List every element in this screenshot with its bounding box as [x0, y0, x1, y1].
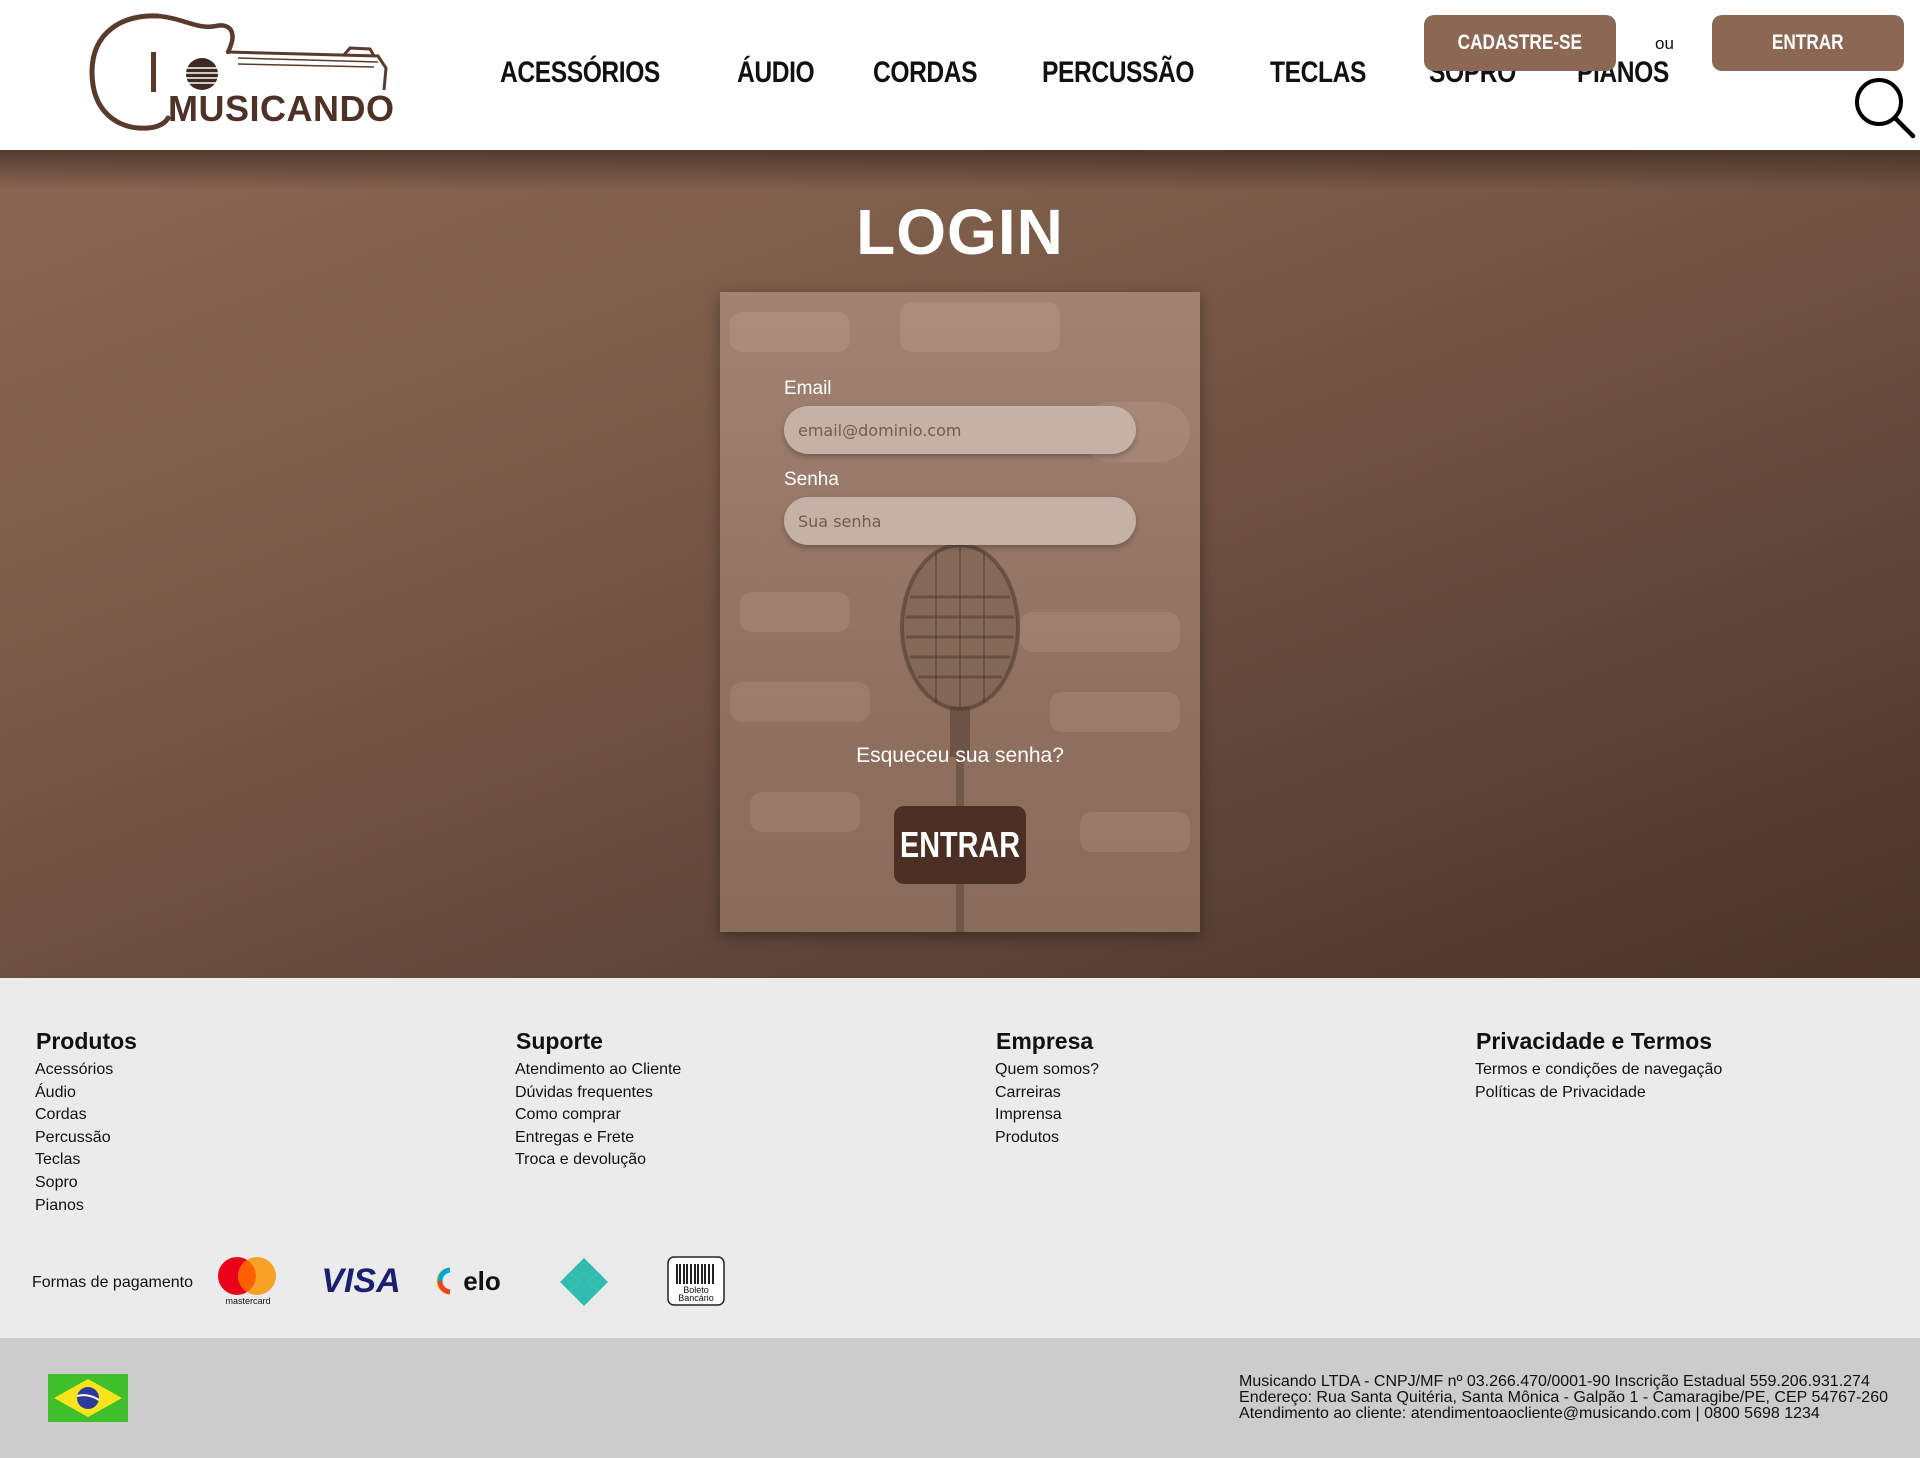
footer-link[interactable]: Áudio — [35, 1082, 137, 1105]
visa-text: VISA — [321, 1263, 400, 1297]
bokeh-decoration — [730, 312, 850, 352]
footer-link[interactable]: Percussão — [35, 1127, 137, 1150]
forgot-password-link[interactable]: Esqueceu sua senha? — [720, 744, 1200, 768]
search-icon[interactable] — [1853, 76, 1917, 140]
footer-link[interactable]: Termos e condições de navegação — [1475, 1059, 1722, 1082]
footer-link[interactable]: Atendimento ao Cliente — [515, 1059, 681, 1082]
footer-link[interactable]: Imprensa — [995, 1104, 1099, 1127]
mastercard-icon: mastercard — [218, 1257, 276, 1306]
header-login-button[interactable]: ENTRAR — [1712, 15, 1904, 71]
footer-link[interactable]: Carreiras — [995, 1082, 1099, 1105]
footer-link[interactable]: Entregas e Frete — [515, 1127, 681, 1150]
mastercard-text: mastercard — [225, 1296, 270, 1306]
elo-icon: elo — [436, 1266, 501, 1296]
email-label: Email — [784, 378, 832, 399]
footer-column-empresa: Empresa Quem somos? Carreiras Imprensa P… — [995, 1028, 1099, 1149]
page-title: LOGIN — [856, 196, 1064, 268]
legal-bar: Musicando LTDA - CNPJ/MF nº 03.266.470/0… — [0, 1338, 1920, 1458]
footer-column-title: Suporte — [516, 1028, 603, 1054]
footer-column-title: Privacidade e Termos — [1476, 1028, 1713, 1054]
footer-link[interactable]: Cordas — [35, 1104, 137, 1127]
legal-address-line: Endereço: Rua Santa Quitéria, Santa Môni… — [1239, 1389, 1888, 1406]
nav-item-percussao[interactable]: PERCUSSÃO — [1042, 56, 1195, 90]
site-footer: Produtos Acessórios Áudio Cordas Percuss… — [0, 978, 1920, 1338]
musicando-logo[interactable]: MUSICANDO — [88, 12, 395, 134]
login-submit-button[interactable]: ENTRAR — [894, 806, 1026, 884]
footer-link[interactable]: Dúvidas frequentes — [515, 1082, 681, 1105]
payment-methods-label: Formas de pagamento — [32, 1274, 193, 1291]
bokeh-decoration — [730, 682, 870, 722]
or-separator: ou — [1655, 34, 1674, 53]
pix-icon — [560, 1258, 608, 1306]
login-submit-label: ENTRAR — [900, 824, 1020, 865]
bokeh-decoration — [1050, 692, 1180, 732]
site-header: MUSICANDO ACESSÓRIOS ÁUDIO CORDAS PERCUS… — [0, 0, 1920, 150]
visa-icon: VISA — [321, 1263, 400, 1297]
header-login-label: ENTRAR — [1772, 31, 1844, 54]
bokeh-decoration — [750, 792, 860, 832]
footer-link[interactable]: Troca e devolução — [515, 1149, 681, 1172]
footer-column-suporte: Suporte Atendimento ao Cliente Dúvidas f… — [515, 1028, 681, 1172]
footer-link[interactable]: Produtos — [995, 1127, 1099, 1150]
signup-button-label: CADASTRE-SE — [1457, 31, 1583, 54]
footer-link[interactable]: Quem somos? — [995, 1059, 1099, 1082]
legal-info: Musicando LTDA - CNPJ/MF nº 03.266.470/0… — [1239, 1374, 1888, 1422]
boleto-icon: Boleto Bancário — [667, 1256, 725, 1306]
footer-link[interactable]: Pianos — [35, 1195, 137, 1218]
login-hero: LOGIN Email Senha Esqueceu sua senha? EN… — [0, 150, 1920, 978]
footer-column-title: Empresa — [996, 1028, 1094, 1054]
brazil-flag-icon[interactable] — [48, 1374, 128, 1422]
footer-column-title: Produtos — [36, 1028, 137, 1054]
nav-item-cordas[interactable]: CORDAS — [873, 56, 978, 90]
signup-button[interactable]: CADASTRE-SE — [1424, 15, 1616, 71]
footer-link[interactable]: Teclas — [35, 1149, 137, 1172]
password-label: Senha — [784, 469, 839, 490]
nav-item-acessorios[interactable]: ACESSÓRIOS — [500, 56, 660, 90]
nav-item-audio[interactable]: ÁUDIO — [737, 56, 815, 90]
nav-item-teclas[interactable]: TECLAS — [1270, 56, 1366, 90]
footer-column-produtos: Produtos Acessórios Áudio Cordas Percuss… — [35, 1028, 137, 1217]
elo-text: elo — [463, 1266, 501, 1296]
boleto-text-line2: Bancário — [678, 1293, 714, 1303]
footer-link[interactable]: Sopro — [35, 1172, 137, 1195]
logo-text: MUSICANDO — [168, 88, 395, 129]
footer-link[interactable]: Políticas de Privacidade — [1475, 1082, 1722, 1105]
bokeh-decoration — [740, 592, 850, 632]
password-field[interactable] — [784, 497, 1136, 545]
email-field[interactable] — [784, 406, 1136, 454]
login-card: Email Senha Esqueceu sua senha? ENTRAR — [720, 292, 1200, 932]
legal-company-line: Musicando LTDA - CNPJ/MF nº 03.266.470/0… — [1239, 1373, 1870, 1390]
footer-link[interactable]: Acessórios — [35, 1059, 137, 1082]
legal-contact-line: Atendimento ao cliente: atendimentoaocli… — [1239, 1405, 1820, 1422]
bokeh-decoration — [1080, 812, 1190, 852]
footer-column-privacidade: Privacidade e Termos Termos e condições … — [1475, 1028, 1722, 1104]
footer-link[interactable]: Como comprar — [515, 1104, 681, 1127]
bokeh-decoration — [900, 302, 1060, 352]
